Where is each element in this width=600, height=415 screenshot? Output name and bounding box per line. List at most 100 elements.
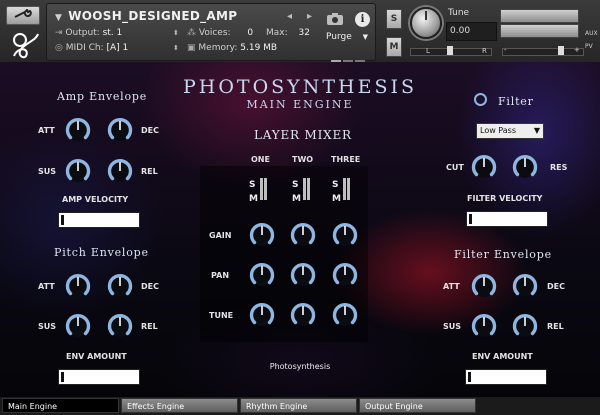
footer-label: Photosynthesis bbox=[269, 362, 331, 371]
layer-mixer-heading: LAYER MIXER bbox=[254, 128, 352, 142]
purge-button[interactable]: Purge ▼ bbox=[326, 31, 370, 44]
layer-three-solo[interactable]: S bbox=[332, 180, 338, 190]
collapse-icon[interactable]: ▼ bbox=[55, 13, 62, 23]
output-row[interactable]: ⇥ Output: st. 1 bbox=[55, 28, 122, 39]
amp-rel-label: REL bbox=[141, 167, 158, 176]
output-icon: ⇥ bbox=[55, 28, 63, 38]
amp-dec-label: DEC bbox=[141, 126, 159, 135]
filter-res-knob[interactable] bbox=[512, 154, 538, 180]
max-value[interactable]: 32 bbox=[299, 28, 310, 38]
layer-two-label: TWO bbox=[292, 155, 314, 164]
prev-instrument-icon[interactable]: ◂ bbox=[287, 12, 292, 22]
filter-velocity-slider[interactable] bbox=[466, 211, 548, 227]
volume-slider[interactable]: - + bbox=[502, 46, 588, 56]
layer-two-tune-knob[interactable] bbox=[290, 302, 316, 328]
amp-dec-knob[interactable] bbox=[107, 117, 133, 143]
page-subtitle: MAIN ENGINE bbox=[246, 98, 354, 111]
layer-one-meter bbox=[260, 178, 268, 200]
pitch-env-amount-label: ENV AMOUNT bbox=[66, 352, 127, 361]
layer-two-mute[interactable]: M bbox=[292, 194, 301, 204]
filter-rel-label: REL bbox=[547, 322, 564, 331]
filter-att-label: ATT bbox=[443, 282, 460, 291]
layer-one-mute[interactable]: M bbox=[249, 194, 258, 204]
wrench-icon bbox=[14, 9, 32, 18]
layer-three-tune-knob[interactable] bbox=[332, 302, 358, 328]
layer-three-pan-knob[interactable] bbox=[332, 262, 358, 288]
memory-icon: ▣ bbox=[187, 43, 196, 53]
filter-dec-knob[interactable] bbox=[512, 273, 538, 299]
instrument-name[interactable]: ▼ WOOSH_DESIGNED_AMP bbox=[55, 8, 285, 24]
pitch-env-amount-slider[interactable] bbox=[58, 369, 140, 385]
memory-value: 5.19 MB bbox=[240, 43, 278, 53]
gain-row-label: GAIN bbox=[209, 231, 232, 240]
midi-label: MIDI Ch: bbox=[65, 43, 104, 53]
filter-att-knob[interactable] bbox=[471, 273, 497, 299]
filter-dec-label: DEC bbox=[547, 282, 565, 291]
wrench-button[interactable] bbox=[6, 6, 40, 25]
pv-label[interactable]: PV bbox=[585, 43, 593, 50]
pitch-att-knob[interactable] bbox=[65, 273, 91, 299]
amp-sus-knob[interactable] bbox=[65, 158, 91, 184]
filter-type-value: Low Pass bbox=[480, 126, 516, 135]
output-dropdown-icon[interactable]: ⬍ bbox=[173, 28, 179, 38]
filter-enable-toggle[interactable] bbox=[474, 93, 487, 106]
pitch-envelope-heading: Pitch Envelope bbox=[54, 246, 149, 259]
layer-one-tune-knob[interactable] bbox=[249, 302, 275, 328]
filter-cut-knob[interactable] bbox=[471, 154, 497, 180]
layer-two-solo[interactable]: S bbox=[292, 180, 298, 190]
purge-indicators bbox=[331, 49, 371, 64]
filter-type-select[interactable]: Low Pass ▼ bbox=[476, 123, 544, 139]
pan-row-label: PAN bbox=[211, 271, 230, 280]
info-icon[interactable]: i bbox=[355, 12, 370, 27]
tab-rhythm-engine[interactable]: Rhythm Engine bbox=[240, 398, 357, 413]
midi-value: [A] 1 bbox=[106, 43, 129, 53]
amp-rel-knob[interactable] bbox=[107, 158, 133, 184]
layer-three-mute[interactable]: M bbox=[332, 194, 341, 204]
tab-output-engine[interactable]: Output Engine bbox=[359, 398, 476, 413]
pitch-dec-knob[interactable] bbox=[107, 273, 133, 299]
midi-dropdown-icon[interactable]: ⬍ bbox=[173, 43, 179, 53]
tune-knob[interactable] bbox=[410, 7, 442, 39]
tab-main-engine[interactable]: Main Engine bbox=[2, 398, 119, 413]
filter-rel-knob[interactable] bbox=[512, 313, 538, 339]
amp-att-label: ATT bbox=[38, 126, 55, 135]
pan-slider[interactable]: L R bbox=[410, 46, 492, 56]
next-instrument-icon[interactable]: ▸ bbox=[307, 12, 312, 22]
layer-three-gain-knob[interactable] bbox=[332, 222, 358, 248]
layer-one-gain-knob[interactable] bbox=[249, 222, 275, 248]
pitch-sus-label: SUS bbox=[38, 322, 57, 331]
aux-label[interactable]: AUX bbox=[585, 30, 598, 37]
volume-plus-label: + bbox=[574, 46, 580, 54]
layer-two-pan-knob[interactable] bbox=[290, 262, 316, 288]
logo-icon bbox=[13, 33, 39, 59]
filter-envelope-heading: Filter Envelope bbox=[454, 248, 552, 261]
amp-velocity-slider[interactable] bbox=[58, 212, 140, 228]
solo-button[interactable]: S bbox=[386, 9, 402, 29]
amp-att-knob[interactable] bbox=[65, 117, 91, 143]
layer-one-pan-knob[interactable] bbox=[249, 262, 275, 288]
filter-env-amount-slider[interactable] bbox=[465, 369, 547, 385]
camera-icon[interactable] bbox=[326, 12, 344, 26]
filter-sus-knob[interactable] bbox=[471, 313, 497, 339]
pitch-sus-knob[interactable] bbox=[65, 313, 91, 339]
main-engine-panel: PHOTOSYNTHESIS MAIN ENGINE Amp Envelope … bbox=[0, 62, 600, 397]
voices-row: ⁂ Voices: 0 Max: 32 bbox=[187, 28, 310, 39]
layer-two-gain-knob[interactable] bbox=[290, 222, 316, 248]
layer-one-solo[interactable]: S bbox=[249, 180, 255, 190]
pitch-dec-label: DEC bbox=[141, 282, 159, 291]
memory-row: ▣ Memory: 5.19 MB bbox=[187, 43, 277, 54]
purge-dropdown-icon: ▼ bbox=[362, 33, 369, 41]
layer-one-label: ONE bbox=[251, 155, 270, 164]
amp-velocity-label: AMP VELOCITY bbox=[62, 195, 129, 204]
pitch-rel-knob[interactable] bbox=[107, 313, 133, 339]
mute-button[interactable]: M bbox=[386, 37, 402, 57]
instrument-name-text: WOOSH_DESIGNED_AMP bbox=[68, 9, 238, 23]
tune-value[interactable]: 0.00 bbox=[446, 22, 497, 41]
midi-row[interactable]: ◎ MIDI Ch: [A] 1 bbox=[55, 43, 128, 54]
layer-two-meter bbox=[303, 178, 311, 200]
voices-icon: ⁂ bbox=[187, 28, 196, 38]
tab-effects-engine[interactable]: Effects Engine bbox=[121, 398, 238, 413]
instrument-panel: ▼ WOOSH_DESIGNED_AMP ◂ ▸ ⇥ Output: st. 1 … bbox=[46, 3, 376, 64]
filter-heading: Filter bbox=[498, 95, 534, 108]
layer-three-meter bbox=[343, 178, 351, 200]
